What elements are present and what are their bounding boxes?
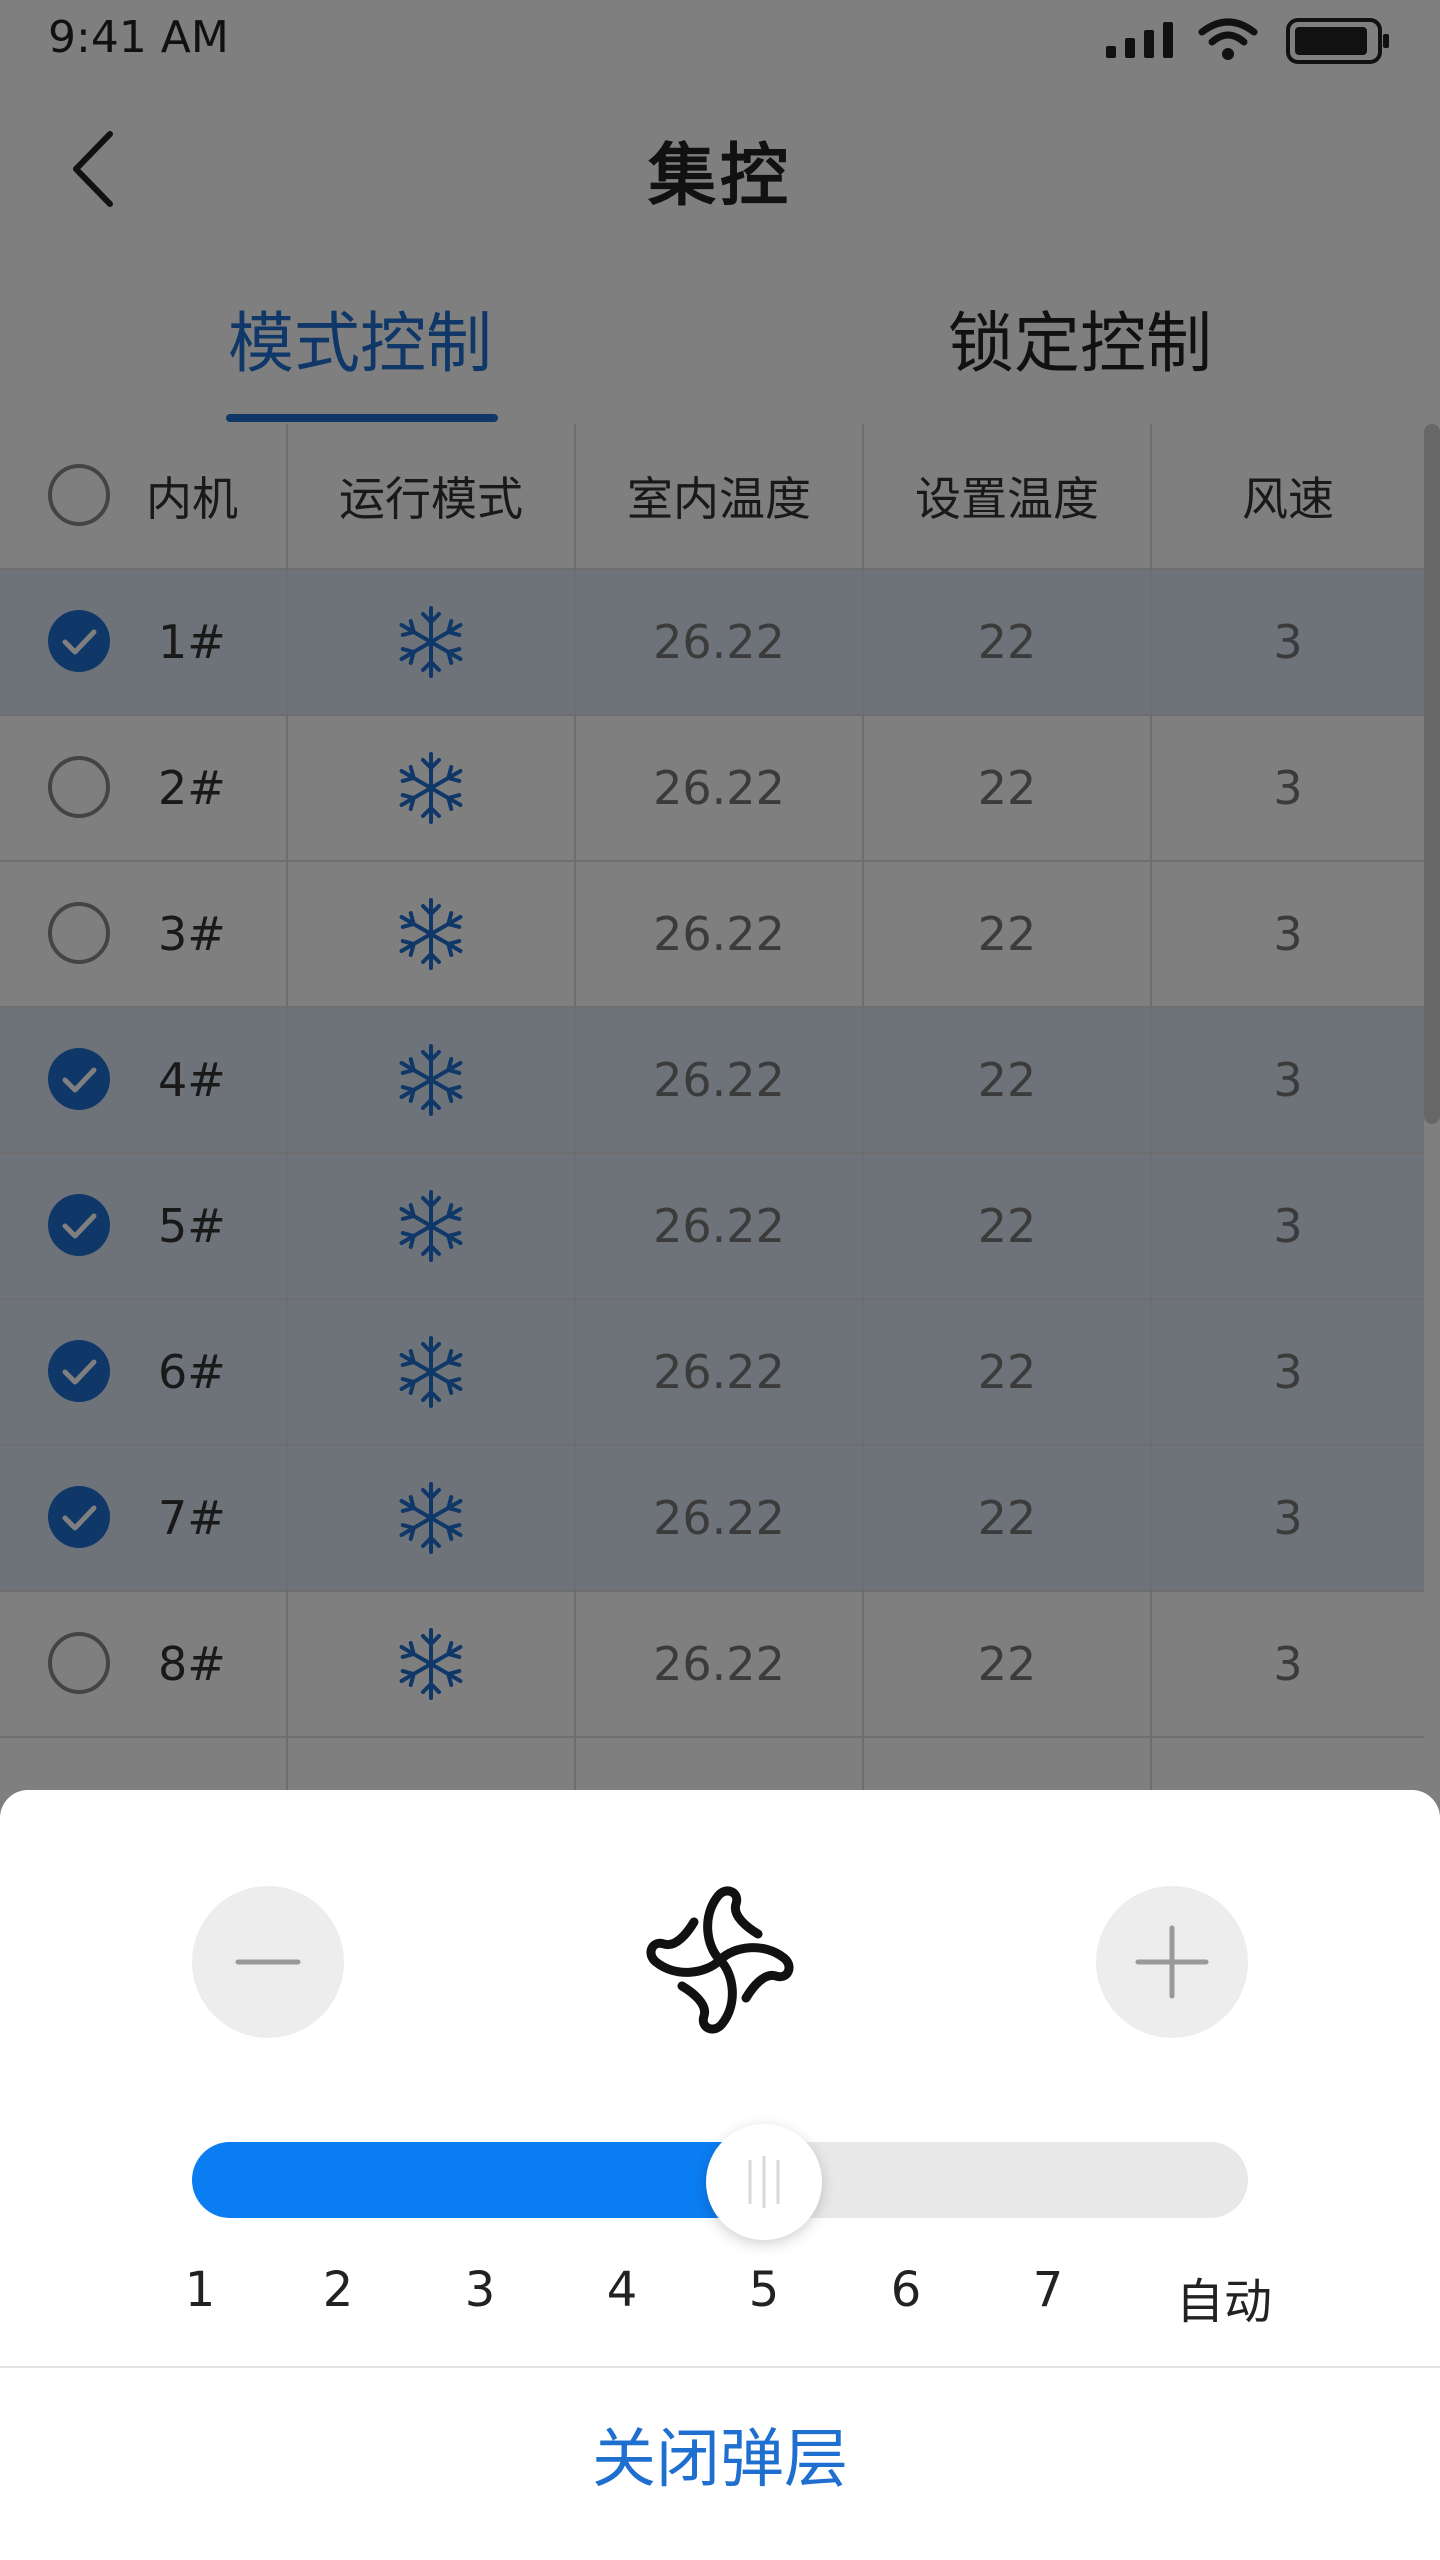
slider-tick-label[interactable]: 4 (562, 2262, 682, 2318)
slider-tick-label[interactable]: 3 (420, 2262, 540, 2318)
fan-icon (646, 1886, 794, 2034)
minus-icon (235, 1959, 301, 1965)
slider-tick-label[interactable]: 1 (140, 2262, 260, 2318)
sheet-divider (0, 2366, 1440, 2368)
increase-button[interactable] (1096, 1886, 1248, 2038)
slider-tick-label[interactable]: 7 (988, 2262, 1108, 2318)
slider-tick-label[interactable]: 5 (704, 2262, 824, 2318)
close-sheet-button[interactable]: 关闭弹层 (0, 2380, 1440, 2540)
fan-speed-slider-fill (192, 2142, 764, 2218)
grip-icon (748, 2156, 780, 2208)
slider-tick-label[interactable]: 2 (278, 2262, 398, 2318)
fan-speed-slider-thumb[interactable] (706, 2124, 822, 2240)
slider-tick-label[interactable]: 6 (846, 2262, 966, 2318)
slider-tick-label[interactable]: 自动 (1164, 2262, 1284, 2332)
decrease-button[interactable] (192, 1886, 344, 2038)
plus-icon (1135, 1925, 1209, 1999)
